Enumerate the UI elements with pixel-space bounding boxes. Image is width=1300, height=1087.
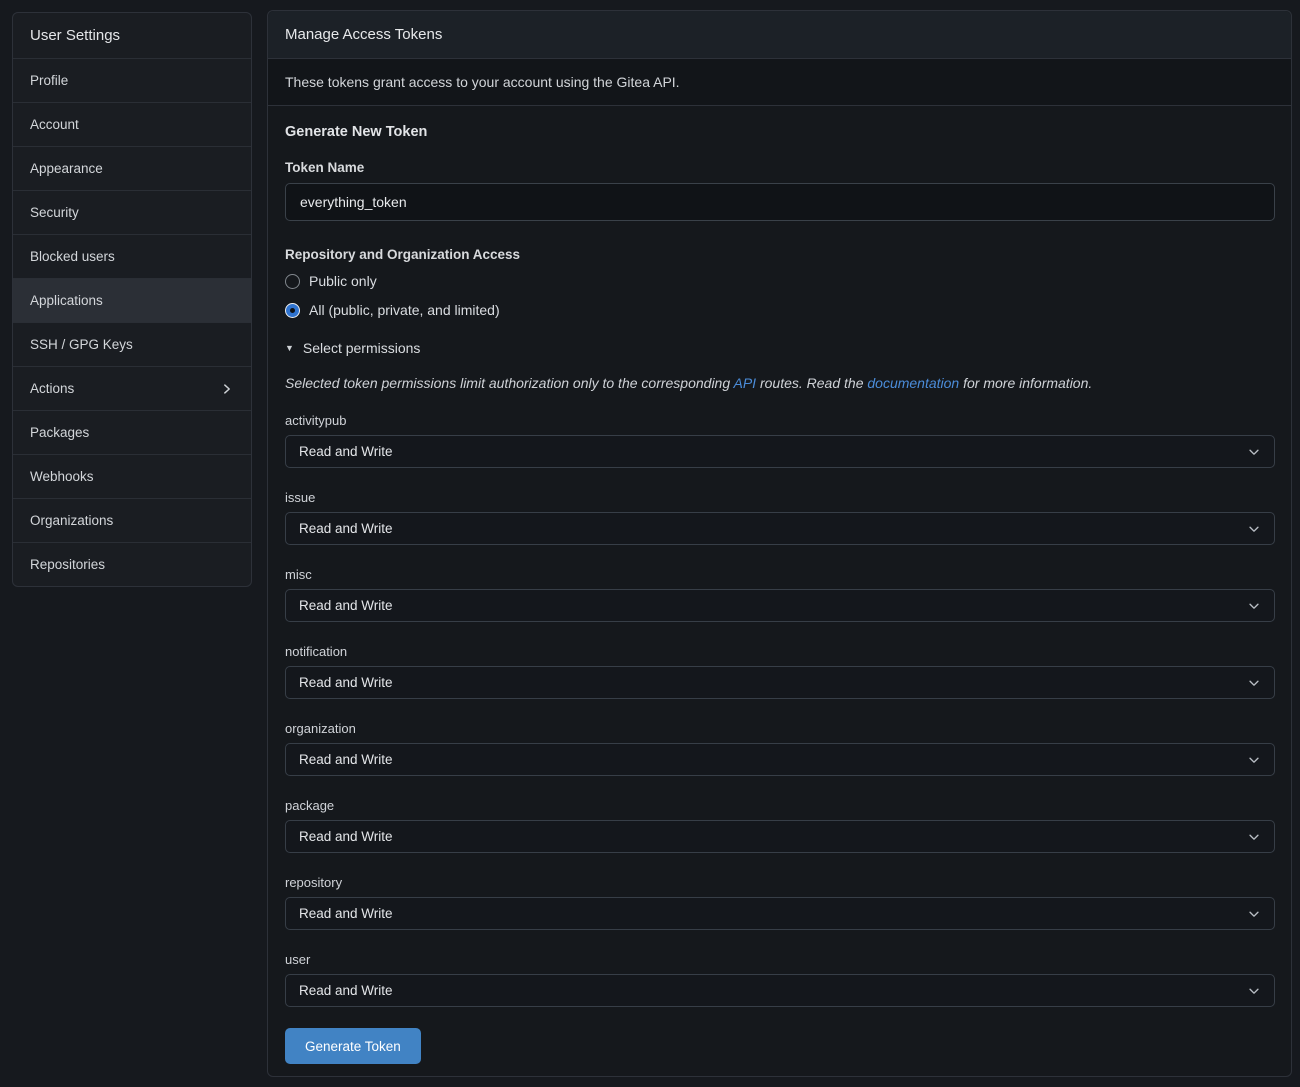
radio-label: All (public, private, and limited) (309, 302, 500, 318)
scope-group-issue: issue Read and Write (285, 490, 1275, 545)
sidebar-item-label: Blocked users (30, 249, 115, 264)
selected-option: Read and Write (299, 521, 393, 536)
panel-title: Manage Access Tokens (268, 11, 1291, 59)
selected-option: Read and Write (299, 829, 393, 844)
chevron-down-icon (1247, 599, 1261, 613)
scope-group-package: package Read and Write (285, 798, 1275, 853)
radio-label: Public only (309, 273, 377, 289)
chevron-down-icon (1247, 522, 1261, 536)
scope-group-user: user Read and Write (285, 952, 1275, 1007)
scope-label: activitypub (285, 413, 1275, 428)
sidebar-item-actions[interactable]: Actions (13, 367, 251, 411)
select-permissions-toggle[interactable]: ▼ Select permissions (285, 340, 1275, 356)
sidebar-item-label: Appearance (30, 161, 103, 176)
chevron-down-icon (1247, 445, 1261, 459)
scope-group-notification: notification Read and Write (285, 644, 1275, 699)
generate-token-button[interactable]: Generate Token (285, 1028, 421, 1064)
radio-public-only[interactable]: Public only (285, 271, 1275, 291)
sidebar-item-label: SSH / GPG Keys (30, 337, 133, 352)
sidebar-item-label: Webhooks (30, 469, 94, 484)
sidebar-item-label: Actions (30, 381, 74, 396)
sidebar-item-appearance[interactable]: Appearance (13, 147, 251, 191)
access-scope-label: Repository and Organization Access (285, 247, 1275, 262)
sidebar-item-label: Account (30, 117, 79, 132)
chevron-down-icon (1247, 984, 1261, 998)
scope-label: issue (285, 490, 1275, 505)
scope-label: misc (285, 567, 1275, 582)
sidebar-item-applications[interactable]: Applications (13, 279, 251, 323)
chevron-right-icon (220, 382, 234, 396)
scope-label: package (285, 798, 1275, 813)
scope-label: user (285, 952, 1275, 967)
scope-label: notification (285, 644, 1275, 659)
sidebar-item-label: Packages (30, 425, 89, 440)
manage-access-tokens-panel: Manage Access Tokens These tokens grant … (267, 10, 1292, 1077)
notification-permission-select[interactable]: Read and Write (285, 666, 1275, 699)
permissions-note: Selected token permissions limit authori… (285, 375, 1275, 391)
note-text: routes. Read the (756, 375, 867, 391)
radio-unselected-icon (285, 274, 300, 289)
selected-option: Read and Write (299, 752, 393, 767)
sidebar-item-label: Security (30, 205, 79, 220)
sidebar-title: User Settings (13, 13, 251, 59)
selected-option: Read and Write (299, 983, 393, 998)
sidebar-item-ssh-gpg-keys[interactable]: SSH / GPG Keys (13, 323, 251, 367)
misc-permission-select[interactable]: Read and Write (285, 589, 1275, 622)
chevron-down-icon (1247, 676, 1261, 690)
sidebar-item-label: Repositories (30, 557, 105, 572)
sidebar-item-organizations[interactable]: Organizations (13, 499, 251, 543)
scope-label: organization (285, 721, 1275, 736)
sidebar-item-repositories[interactable]: Repositories (13, 543, 251, 586)
note-text: Selected token permissions limit authori… (285, 375, 734, 391)
activitypub-permission-select[interactable]: Read and Write (285, 435, 1275, 468)
scope-label: repository (285, 875, 1275, 890)
documentation-link[interactable]: documentation (867, 375, 959, 391)
selected-option: Read and Write (299, 444, 393, 459)
select-permissions-label: Select permissions (303, 340, 421, 356)
sidebar-item-label: Organizations (30, 513, 113, 528)
sidebar-item-profile[interactable]: Profile (13, 59, 251, 103)
user-permission-select[interactable]: Read and Write (285, 974, 1275, 1007)
radio-all-access[interactable]: All (public, private, and limited) (285, 300, 1275, 320)
sidebar-item-security[interactable]: Security (13, 191, 251, 235)
chevron-down-icon (1247, 907, 1261, 921)
scope-group-organization: organization Read and Write (285, 721, 1275, 776)
generate-token-form: Generate New Token Token Name Repository… (268, 106, 1291, 1076)
sidebar-item-webhooks[interactable]: Webhooks (13, 455, 251, 499)
chevron-down-icon (1247, 753, 1261, 767)
scope-group-repository: repository Read and Write (285, 875, 1275, 930)
sidebar-item-label: Profile (30, 73, 68, 88)
scope-group-misc: misc Read and Write (285, 567, 1275, 622)
sidebar-item-packages[interactable]: Packages (13, 411, 251, 455)
sidebar-item-account[interactable]: Account (13, 103, 251, 147)
issue-permission-select[interactable]: Read and Write (285, 512, 1275, 545)
form-heading: Generate New Token (285, 124, 1275, 140)
sidebar-item-label: Applications (30, 293, 103, 308)
selected-option: Read and Write (299, 598, 393, 613)
selected-option: Read and Write (299, 906, 393, 921)
settings-sidebar: User Settings Profile Account Appearance… (12, 12, 252, 587)
organization-permission-select[interactable]: Read and Write (285, 743, 1275, 776)
token-name-label: Token Name (285, 160, 1275, 175)
scope-group-activitypub: activitypub Read and Write (285, 413, 1275, 468)
page: User Settings Profile Account Appearance… (0, 0, 1300, 1087)
sidebar-item-blocked-users[interactable]: Blocked users (13, 235, 251, 279)
token-name-input[interactable] (285, 183, 1275, 221)
api-link[interactable]: API (734, 375, 757, 391)
triangle-down-icon: ▼ (285, 344, 294, 353)
note-text: for more information. (959, 375, 1092, 391)
selected-option: Read and Write (299, 675, 393, 690)
panel-description: These tokens grant access to your accoun… (268, 59, 1291, 106)
chevron-down-icon (1247, 830, 1261, 844)
package-permission-select[interactable]: Read and Write (285, 820, 1275, 853)
radio-selected-icon (285, 303, 300, 318)
repository-permission-select[interactable]: Read and Write (285, 897, 1275, 930)
